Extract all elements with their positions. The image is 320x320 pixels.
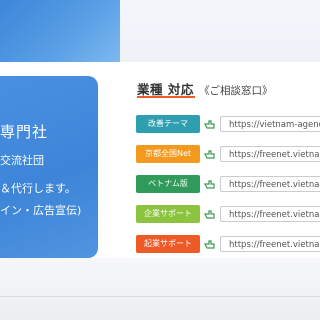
promo-subtitle: 交流社団 — [0, 154, 44, 167]
link-row: 改善テーマ https://vietnam-agency — [136, 115, 320, 133]
url-field[interactable]: https://freenet.vietnam — [220, 206, 320, 222]
category-badge[interactable]: ベトナム版 — [136, 175, 200, 193]
pointing-hand-icon — [204, 210, 215, 219]
url-field[interactable]: https://freenet.vietnam — [220, 176, 320, 192]
url-field[interactable]: https://freenet.vietnam — [220, 236, 320, 252]
section-subtitle: 《ご相談窓口》 — [198, 85, 273, 97]
pointing-hand-icon — [204, 120, 215, 129]
bottom-area — [0, 258, 320, 320]
category-badge[interactable]: 企業サポート — [136, 205, 200, 223]
link-row: 起業サポート https://freenet.vietnam — [136, 235, 320, 253]
promo-text-2: イン・広告宣伝) — [0, 204, 82, 217]
section-title: 業種 対応 — [137, 82, 194, 97]
link-row: ベトナム版 https://freenet.vietnam — [136, 175, 320, 193]
heading-underline — [137, 96, 195, 98]
top-banner — [0, 0, 320, 62]
top-banner-blue — [0, 0, 120, 62]
promo-title: 専門社 — [0, 123, 49, 141]
pointing-hand-icon — [204, 180, 215, 189]
pointing-hand-icon — [204, 150, 215, 159]
link-row: 企業サポート https://freenet.vietnam — [136, 205, 320, 223]
pointing-hand-icon — [204, 240, 215, 249]
link-row: 京都全国Net https://freenet.vietnam — [136, 145, 320, 163]
promo-panel: 専門社 交流社団 ＆代行します。 イン・広告宣伝) — [0, 76, 98, 258]
category-badge[interactable]: 改善テーマ — [136, 115, 200, 133]
url-field[interactable]: https://freenet.vietnam — [220, 146, 320, 162]
url-field[interactable]: https://vietnam-agency — [220, 116, 320, 132]
divider — [0, 296, 320, 297]
category-badge[interactable]: 京都全国Net — [136, 145, 200, 163]
promo-text-1: ＆代行します。 — [0, 182, 76, 195]
category-badge[interactable]: 起業サポート — [136, 235, 200, 253]
